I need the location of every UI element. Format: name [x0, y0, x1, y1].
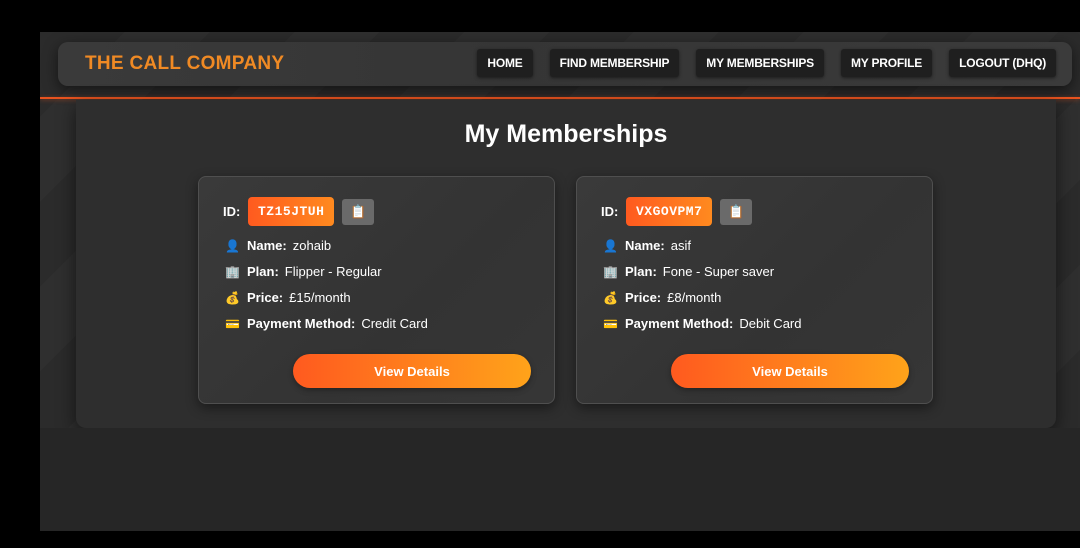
plan-label: Plan: [247, 264, 279, 279]
clipboard-icon: 📋 [728, 203, 745, 219]
plan-value: Fone - Super saver [662, 264, 775, 279]
price-label: Price: [625, 290, 662, 305]
name-row: 👤 Name: zohaib [225, 238, 331, 253]
price-row: 💰 Price: £8/month [603, 290, 721, 305]
price-label: Price: [247, 290, 284, 305]
app-viewport: THE CALL COMPANY HOME FIND MEMBERSHIP MY… [40, 32, 1080, 531]
nav-links: HOME FIND MEMBERSHIP MY MEMBERSHIPS MY P… [477, 49, 1056, 77]
payment-label: Payment Method: [247, 316, 356, 331]
membership-card: ID: TZ15JTUH 📋 👤 Name: zohaib 🏢 Plan: Fl… [198, 176, 555, 404]
nav-logout-button[interactable]: LOGOUT (DHQ) [949, 49, 1056, 77]
name-label: Name: [625, 238, 665, 253]
view-details-button[interactable]: View Details [671, 354, 909, 388]
plan-value: Flipper - Regular [284, 264, 382, 279]
name-value: zohaib [292, 238, 332, 253]
payment-row: 💳 Payment Method: Credit Card [225, 316, 428, 331]
membership-card: ID: VXGOVPM7 📋 👤 Name: asif 🏢 Plan: Fone… [576, 176, 933, 404]
page-footer-area [40, 428, 1080, 531]
money-bag-icon: 💰 [603, 290, 618, 305]
membership-id-row: ID: VXGOVPM7 📋 [601, 197, 753, 226]
payment-row: 💳 Payment Method: Debit Card [603, 316, 801, 331]
user-icon: 👤 [603, 238, 618, 253]
header-accent-divider [40, 97, 1080, 99]
money-bag-icon: 💰 [225, 290, 240, 305]
plan-row: 🏢 Plan: Flipper - Regular [225, 264, 382, 279]
navbar: THE CALL COMPANY HOME FIND MEMBERSHIP MY… [58, 42, 1072, 86]
credit-card-icon: 💳 [225, 316, 240, 331]
name-value: asif [670, 238, 691, 253]
price-value: £15/month [289, 290, 351, 305]
nav-my-profile-button[interactable]: MY PROFILE [840, 49, 933, 77]
nav-my-memberships-button[interactable]: MY MEMBERSHIPS [696, 49, 824, 77]
view-details-button[interactable]: View Details [293, 354, 531, 388]
page-title: My Memberships [464, 120, 668, 148]
memberships-panel: My Memberships ID: TZ15JTUH 📋 👤 Name: zo… [76, 100, 1056, 428]
clipboard-icon: 📋 [350, 203, 367, 219]
payment-value: Debit Card [739, 316, 802, 331]
plan-row: 🏢 Plan: Fone - Super saver [603, 264, 774, 279]
id-label: ID: [223, 204, 241, 219]
name-row: 👤 Name: asif [603, 238, 691, 253]
brand-logo[interactable]: THE CALL COMPANY [85, 53, 284, 75]
nav-find-membership-button[interactable]: FIND MEMBERSHIP [549, 49, 680, 77]
user-icon: 👤 [225, 238, 240, 253]
building-icon: 🏢 [225, 264, 240, 279]
payment-value: Credit Card [361, 316, 428, 331]
copy-id-button[interactable]: 📋 [342, 198, 375, 225]
credit-card-icon: 💳 [603, 316, 618, 331]
plan-label: Plan: [625, 264, 657, 279]
price-row: 💰 Price: £15/month [225, 290, 351, 305]
membership-id-row: ID: TZ15JTUH 📋 [223, 197, 375, 226]
membership-id-badge: VXGOVPM7 [626, 197, 713, 226]
payment-label: Payment Method: [625, 316, 734, 331]
price-value: £8/month [667, 290, 722, 305]
membership-id-badge: TZ15JTUH [248, 197, 335, 226]
building-icon: 🏢 [603, 264, 618, 279]
copy-id-button[interactable]: 📋 [720, 198, 753, 225]
nav-home-button[interactable]: HOME [477, 49, 533, 77]
name-label: Name: [247, 238, 287, 253]
id-label: ID: [601, 204, 619, 219]
